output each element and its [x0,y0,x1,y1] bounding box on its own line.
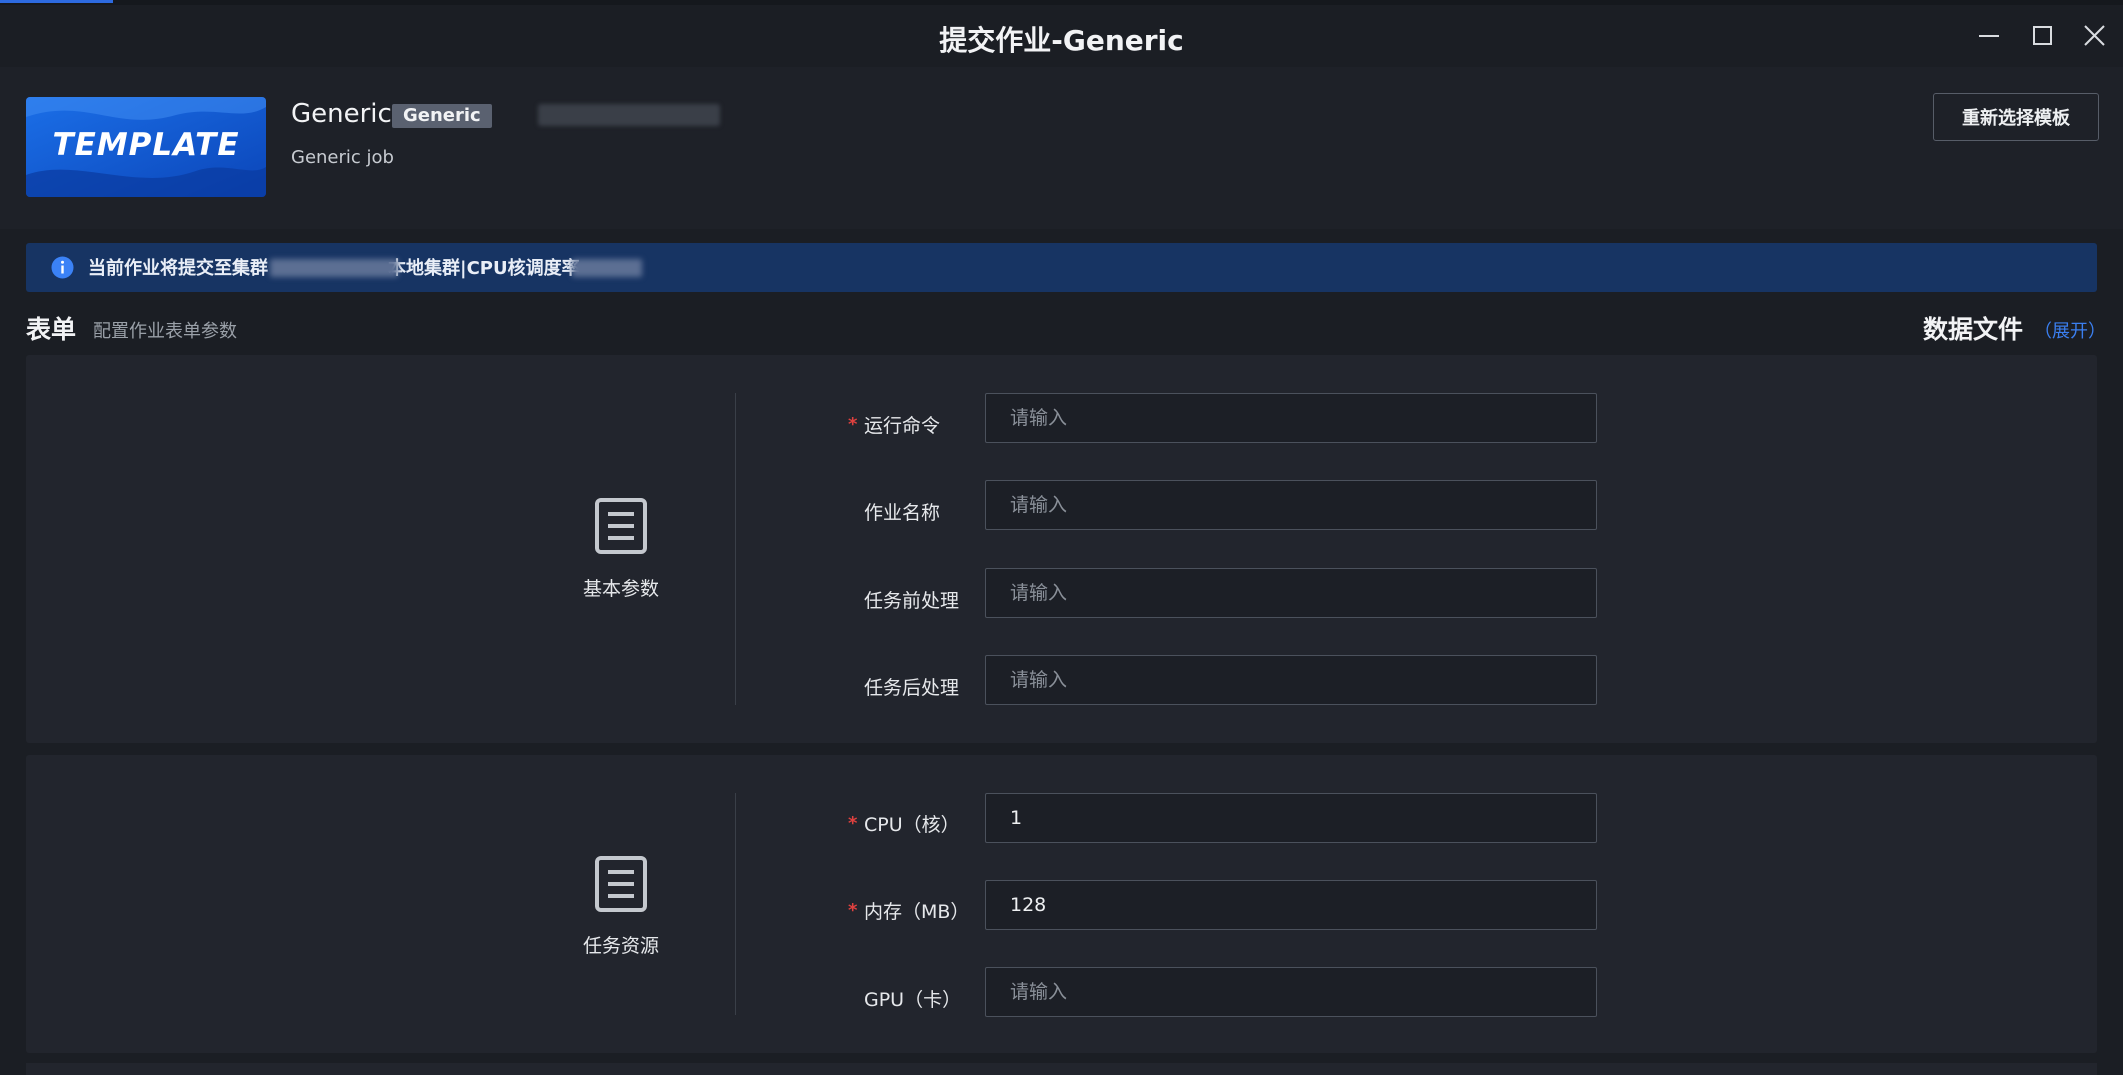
gpu-label: GPU（卡） [864,989,962,1011]
template-header: TEMPLATE Generic Generic Generic job 重新选… [0,67,2123,229]
form-title: 表单 [26,315,77,344]
dialog-title: 提交作业-Generic [939,24,1184,57]
document-icon [595,856,647,912]
cpu-label: CPU（核） [864,814,960,836]
template-tag: Generic [392,104,492,128]
gpu-input[interactable] [985,967,1597,1017]
basic-params-card: 基本参数 * 运行命令 作业名称 任务前处理 任务后处理 [26,355,2097,743]
title-bar: 提交作业-Generic [0,5,2123,67]
reselect-template-button[interactable]: 重新选择模板 [1933,93,2099,141]
required-marker: * [848,813,858,834]
job-name-input[interactable] [985,480,1597,530]
redacted-cluster-name [270,259,398,277]
task-resources-card: 任务资源 * CPU（核） * 内存（MB） GPU（卡） [26,755,2097,1053]
data-files-title: 数据文件 [1923,315,2024,344]
template-description: Generic job [291,147,394,168]
next-card-edge [26,1063,2097,1075]
template-thumbnail: TEMPLATE [26,97,266,197]
post-process-input[interactable] [985,655,1597,705]
form-subtitle: 配置作业表单参数 [93,321,237,342]
info-icon [51,256,74,279]
document-icon [595,498,647,554]
banner-text-part1: 当前作业将提交至集群 [88,258,268,279]
banner-text-part2: 本地集群|CPU核调度率 [388,258,580,279]
cluster-info-banner: 当前作业将提交至集群 本地集群|CPU核调度率 [26,243,2097,292]
pre-process-input[interactable] [985,568,1597,618]
close-icon [2084,25,2105,46]
pre-process-label: 任务前处理 [864,590,960,612]
required-marker: * [848,900,858,921]
minimize-button[interactable] [1972,19,2006,53]
basic-params-label: 基本参数 [582,578,659,600]
close-button[interactable] [2077,19,2111,53]
redacted-rate-value [572,259,642,277]
job-name-label: 作业名称 [864,502,941,524]
maximize-icon [2033,26,2052,45]
template-thumbnail-text: TEMPLATE [52,127,240,163]
template-name: Generic [291,99,392,129]
card-divider [735,793,736,1015]
required-marker: * [848,414,858,435]
memory-label: 内存（MB） [864,901,970,923]
card-divider [735,393,736,705]
run-command-label: 运行命令 [864,415,941,437]
background-tab-accent [0,0,113,3]
minimize-icon [1979,35,1999,37]
task-resources-label: 任务资源 [582,935,659,957]
data-files-expand-link[interactable]: （展开） [2034,317,2106,343]
redacted-info [538,104,720,126]
maximize-button[interactable] [2025,19,2059,53]
run-command-input[interactable] [985,393,1597,443]
submit-job-dialog: 提交作业-Generic TEMPLATE Generic Generic Ge… [0,5,2123,1075]
cpu-input[interactable] [985,793,1597,843]
memory-input[interactable] [985,880,1597,930]
post-process-label: 任务后处理 [864,677,960,699]
